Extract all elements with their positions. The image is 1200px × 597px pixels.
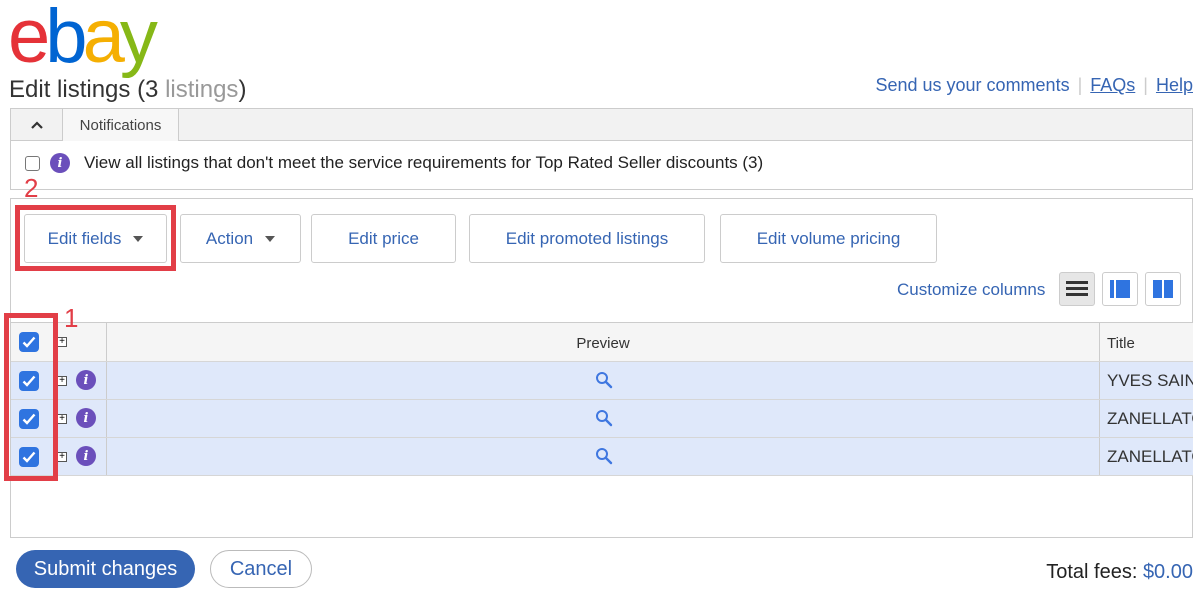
chevron-up-icon [30,121,43,129]
expand-row-icon[interactable]: + [57,376,67,386]
preview-button[interactable] [595,371,613,394]
column-divider [106,438,107,475]
expand-row-icon[interactable]: + [57,414,67,424]
logo-letter-a: a [82,0,125,79]
total-fees-value: $0.00 [1142,561,1193,583]
send-comments-link[interactable]: Send us your comments [875,75,1069,96]
list-view-icon [1066,281,1088,296]
column-divider [106,400,107,437]
listing-count-open: (3 [137,76,159,103]
help-link[interactable]: Help [1156,75,1193,96]
column-divider [106,362,107,399]
link-separator: | [1143,75,1148,95]
link-separator: | [1077,75,1083,95]
annotation-box-checkboxes [4,313,58,481]
info-icon: i [50,153,70,173]
faqs-link[interactable]: FAQs [1090,75,1135,96]
magnifier-icon [596,448,613,465]
notification-checkbox[interactable] [25,155,40,171]
table-row[interactable]: + i ZANELLATO [11,438,1193,476]
column-divider [1099,438,1100,475]
action-label: Action [205,228,254,248]
info-icon[interactable]: i [76,408,96,428]
preview-button[interactable] [595,409,613,432]
edit-promoted-listings-button[interactable]: Edit promoted listings [469,214,705,263]
tab-notifications[interactable]: Notifications [63,109,179,141]
annotation-number-2: 2 [24,173,39,203]
split-view-icon [1153,280,1173,298]
table-header-row: + Preview Title [11,322,1193,362]
edit-price-button[interactable]: Edit price [311,214,456,263]
total-fees: Total fees: $0.00 [1046,561,1193,584]
total-fees-label: Total fees: [1046,561,1143,583]
notification-message[interactable]: View all listings that don't meet the se… [84,153,763,173]
listing-title[interactable]: YVES SAINT [1107,371,1193,391]
table-row[interactable]: + i ZANELLATO [11,400,1193,438]
column-header-title[interactable]: Title [1107,335,1135,352]
action-button[interactable]: Action [180,214,301,263]
expand-all-icon[interactable]: + [57,337,67,347]
listing-count-word: listings [158,76,239,103]
info-icon[interactable]: i [76,446,96,466]
logo-letter-e: e [8,0,50,79]
edit-volume-pricing-button[interactable]: Edit volume pricing [720,214,937,263]
info-icon[interactable]: i [76,370,96,390]
customize-columns-link[interactable]: Customize columns [897,280,1045,300]
gallery-view-icon [1110,280,1130,298]
listing-title[interactable]: ZANELLATO [1107,409,1193,429]
column-divider [1099,323,1100,361]
annotation-box-edit-fields [15,205,176,271]
column-divider [1099,362,1100,399]
column-divider [1099,400,1100,437]
ebay-logo[interactable]: ebay [8,0,158,79]
split-view-button[interactable] [1145,272,1181,306]
notifications-panel: Notifications i View all listings that d… [10,108,1193,190]
collapse-notifications-button[interactable] [11,109,63,141]
preview-button[interactable] [595,447,613,470]
caret-down-icon [265,235,276,242]
listing-title[interactable]: ZANELLATO [1107,447,1193,467]
page-title-text: Edit listings [9,76,131,103]
magnifier-icon [596,372,613,389]
page-title: Edit listings (3 listings) [9,76,246,104]
gallery-view-button[interactable] [1102,272,1138,306]
logo-letter-y: y [119,0,158,79]
top-links: Send us your comments | FAQs | Help [875,75,1193,96]
notification-item: i View all listings that don't meet the … [25,153,763,173]
annotation-number-1: 1 [64,303,79,333]
submit-changes-button[interactable]: Submit changes [16,550,195,588]
expand-row-icon[interactable]: + [57,452,67,462]
list-view-button[interactable] [1059,272,1095,306]
notifications-tabbar: Notifications [11,109,1192,141]
column-header-preview[interactable]: Preview [107,335,1099,352]
listing-count-close: ) [238,76,247,103]
listings-table: + Preview Title + i YVES SAINT + i ZANEL… [11,322,1193,476]
logo-letter-b: b [45,0,87,79]
table-row[interactable]: + i YVES SAINT [11,362,1193,400]
magnifier-icon [596,410,613,427]
cancel-button[interactable]: Cancel [210,550,312,588]
